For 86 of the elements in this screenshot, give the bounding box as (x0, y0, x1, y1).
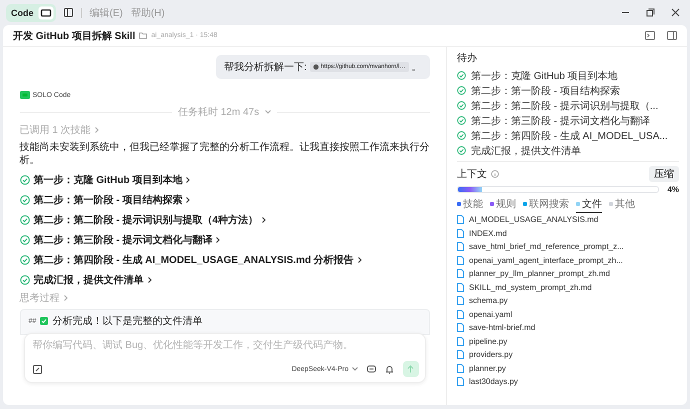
file-item[interactable]: planner_py_llm_planner_prompt_zh.md (457, 267, 679, 280)
file-name[interactable]: save_html_brief_md_reference_prompt_z... (469, 242, 624, 252)
terminal-icon[interactable] (38, 6, 54, 20)
info-icon[interactable] (491, 170, 499, 178)
step-label[interactable]: 第二步：第一阶段 - 项目结构探索 (34, 193, 182, 207)
mode-switch[interactable]: Code (6, 4, 56, 22)
file-item[interactable]: openai_yaml_agent_interface_prompt_zh... (457, 254, 679, 267)
step-item[interactable]: 第一步：克隆 GitHub 项目到本地 (20, 173, 430, 187)
step-label[interactable]: 第一步：克隆 GitHub 项目到本地 (34, 173, 182, 187)
legend-label[interactable]: 技能 (463, 197, 483, 211)
message-text: 。 (412, 61, 422, 74)
step-item[interactable]: 完成汇报，提供文件清单 (20, 273, 430, 287)
chevron-right-icon[interactable] (148, 277, 152, 283)
file-item[interactable]: save-html-brief.md (457, 321, 679, 334)
file-name[interactable]: save-html-brief.md (469, 323, 536, 332)
file-name[interactable]: last30days.py (469, 377, 518, 386)
file-name[interactable]: providers.py (469, 350, 513, 360)
bell-icon[interactable] (384, 364, 394, 374)
legend-tab[interactable]: 技能 (457, 197, 483, 213)
legend-tab[interactable]: 规则 (490, 197, 516, 213)
legend-label[interactable]: 规则 (496, 197, 516, 211)
legend-tab[interactable]: 其他 (609, 197, 635, 213)
preview-text: 分析完成！以下是完整的文件清单 (52, 314, 202, 328)
file-item[interactable]: INDEX.md (457, 226, 679, 240)
restore-icon[interactable] (646, 8, 655, 17)
file-name[interactable]: INDEX.md (469, 228, 507, 238)
step-label[interactable]: 第二步：第三阶段 - 提示词文档化与翻译 (34, 233, 212, 247)
chat-icon[interactable] (366, 364, 376, 374)
intro-text: 技能尚未安装到系统中，但我已经掌握了完整的分析工作流程。让我直接按照工作流来执行分析。 (20, 141, 430, 167)
file-item[interactable]: SKILL_md_system_prompt_zh.md (457, 280, 679, 294)
edit-icon[interactable] (32, 364, 42, 374)
file-name[interactable]: AI_MODEL_USAGE_ANALYSIS.md (469, 215, 598, 224)
file-item[interactable]: providers.py (457, 348, 679, 362)
mode-label[interactable]: Code (11, 8, 34, 18)
todo-item: 第二步：第四阶段 - 生成 AI_MODEL_USA... (471, 130, 668, 142)
file-name[interactable]: openai_yaml_agent_interface_prompt_zh... (469, 256, 623, 265)
chevron-right-icon[interactable] (262, 217, 266, 223)
step-item[interactable]: 第二步：第四阶段 - 生成 AI_MODEL_USAGE_ANALYSIS.md 分析报告 (20, 253, 430, 267)
check-box-icon (40, 317, 48, 325)
agent-logo-icon (20, 91, 30, 99)
file-name[interactable]: schema.py (469, 296, 508, 306)
todo-item: 第二步：第二阶段 - 提示词识别与提取（... (471, 100, 658, 112)
step-label[interactable]: 第二步：第四阶段 - 生成 AI_MODEL_USAGE_ANALYSIS.md 分析报告 (34, 253, 354, 267)
file-item[interactable]: pipeline.py (457, 334, 679, 348)
chevron-down-icon[interactable] (352, 367, 358, 371)
chevron-right-icon[interactable] (358, 257, 362, 263)
todo-item: 第一步：克隆 GitHub 项目到本地 (471, 70, 618, 82)
file-name[interactable]: SKILL_md_system_prompt_zh.md (469, 282, 592, 292)
legend-label[interactable]: 联网搜索 (529, 197, 569, 211)
file-item[interactable]: planner.py (457, 362, 679, 375)
todo-item: 第二步：第一阶段 - 项目结构探索 (471, 84, 620, 98)
panel-toggle-icon[interactable] (667, 31, 677, 40)
step-item[interactable]: 第二步：第一阶段 - 项目结构探索 (20, 193, 430, 207)
file-name[interactable]: planner_py_llm_planner_prompt_zh.md (469, 269, 610, 278)
chevron-right-icon[interactable] (216, 237, 220, 243)
file-item[interactable]: schema.py (457, 294, 679, 308)
legend-label[interactable]: 文件 (582, 197, 602, 211)
step-label[interactable]: 第二步：第二阶段 - 提示词识别与提取（4种方法） (34, 213, 258, 227)
close-icon[interactable] (671, 8, 680, 17)
todo-item: 完成汇报，提供文件清单 (471, 144, 581, 158)
sidebar-icon[interactable] (64, 8, 72, 17)
legend-tab[interactable]: 文件 (576, 197, 602, 213)
arrow-up-icon (407, 365, 414, 373)
step-item[interactable]: 第二步：第三阶段 - 提示词文档化与翻译 (20, 233, 430, 247)
step-item[interactable]: 第二步：第二阶段 - 提示词识别与提取（4种方法） (20, 213, 430, 227)
message-text: 帮我分析拆解一下: (224, 60, 307, 74)
file-item[interactable]: last30days.py (457, 375, 679, 388)
file-name[interactable]: pipeline.py (469, 336, 508, 346)
file-name[interactable]: planner.py (469, 364, 506, 373)
context-title: 上下文 (457, 168, 487, 181)
usage-percent: 4% (667, 185, 679, 194)
folder-icon (139, 32, 148, 39)
file-item[interactable]: AI_MODEL_USAGE_ANALYSIS.md (457, 213, 679, 226)
file-item[interactable]: openai.yaml (457, 308, 679, 321)
compress-button[interactable]: 压缩 (649, 166, 679, 182)
step-label[interactable]: 完成汇报，提供文件清单 (34, 273, 144, 287)
chevron-right-icon[interactable] (186, 197, 190, 203)
chat-title: 开发 GitHub 项目拆解 Skill (13, 30, 136, 42)
todo-title: 待办 (457, 52, 478, 65)
chevron-right-icon[interactable] (186, 177, 190, 183)
file-item[interactable]: save_html_brief_md_reference_prompt_z... (457, 240, 679, 254)
legend-label[interactable]: 其他 (615, 197, 635, 211)
legend-tab[interactable]: 联网搜索 (523, 197, 569, 213)
file-name[interactable]: openai.yaml (469, 310, 512, 319)
terminal-panel-icon[interactable] (645, 31, 655, 40)
todo-item: 第二步：第三阶段 - 提示词文档化与翻译 (471, 114, 650, 128)
